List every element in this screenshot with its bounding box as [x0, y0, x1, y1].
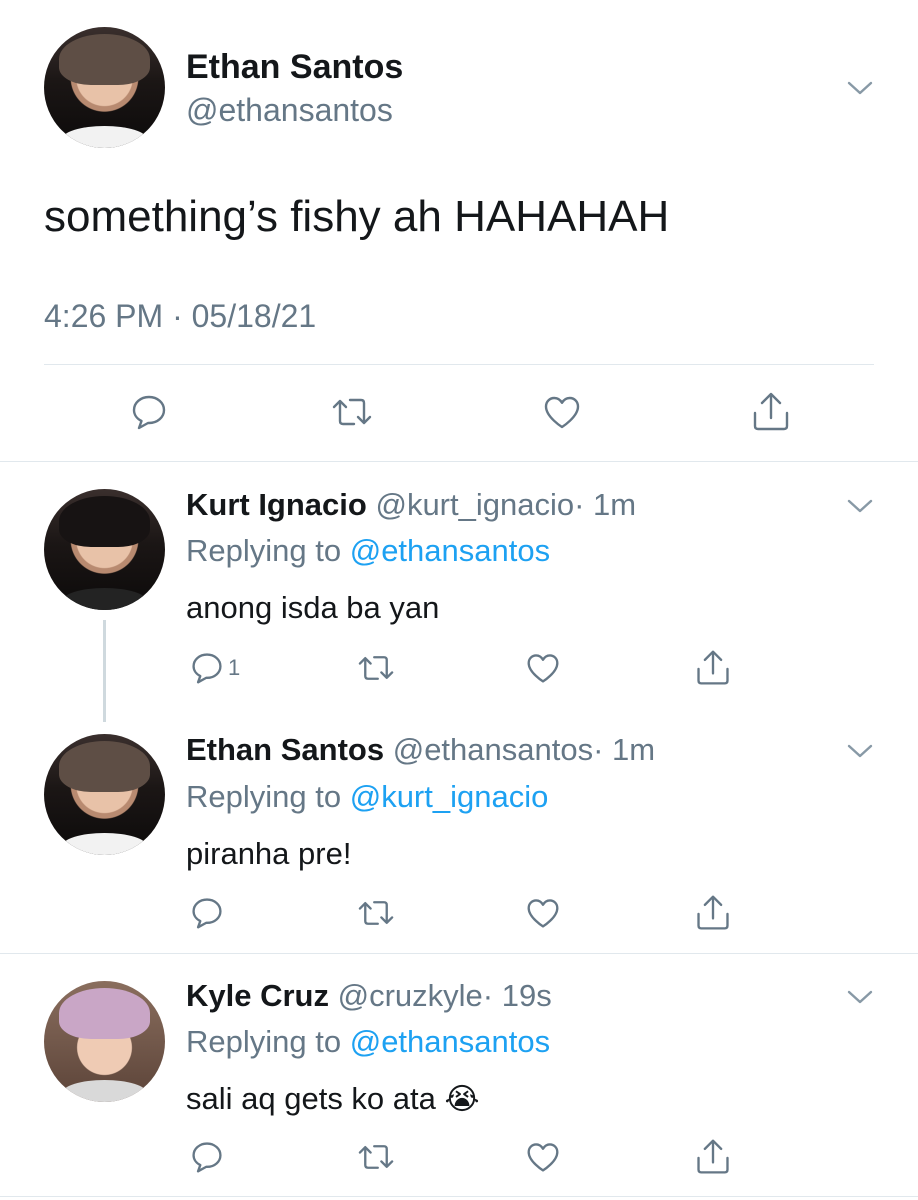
avatar-hair: [58, 34, 151, 86]
chevron-down-icon[interactable]: [847, 743, 873, 759]
reply-header: Ethan Santos @ethansantos· 1m: [186, 732, 655, 768]
reply-text: anong isda ba yan: [186, 590, 440, 625]
retweet-icon: [358, 901, 394, 925]
author-name[interactable]: Ethan Santos: [186, 48, 403, 87]
avatar-shirt: [62, 1080, 147, 1102]
reply-header: Kyle Cruz @cruzkyle· 19s: [186, 978, 552, 1014]
like-icon: [527, 1143, 559, 1172]
avatar-shirt: [62, 833, 147, 855]
avatar[interactable]: [44, 981, 165, 1102]
avatar-hair: [58, 496, 151, 548]
thread-line: [103, 620, 106, 722]
like-icon: [527, 654, 559, 683]
share-button[interactable]: [750, 391, 792, 433]
avatar-hair: [58, 988, 151, 1040]
chevron-down-icon[interactable]: [847, 80, 873, 96]
replying-to-label: Replying to: [186, 533, 342, 568]
reply-author-handle[interactable]: @ethansantos: [393, 732, 593, 767]
retweet-button[interactable]: [356, 1140, 396, 1174]
divider: [44, 364, 874, 365]
reply-icon: [192, 1142, 222, 1173]
chevron-down-icon[interactable]: [847, 498, 873, 514]
avatar[interactable]: [44, 489, 165, 610]
like-button[interactable]: [525, 651, 561, 685]
retweet-icon: [358, 1145, 394, 1169]
reply-icon: [192, 653, 222, 684]
replying-to: Replying to @kurt_ignacio: [186, 779, 548, 815]
share-icon: [697, 1139, 729, 1174]
crying-face-emoji: 😭: [444, 1083, 480, 1116]
reply-count: 1: [228, 655, 241, 680]
reply-author-name[interactable]: Ethan Santos: [186, 732, 384, 767]
retweet-button[interactable]: [356, 651, 396, 685]
share-icon: [753, 392, 789, 431]
divider: [0, 461, 918, 462]
like-icon: [544, 396, 580, 429]
share-button[interactable]: [694, 1138, 732, 1176]
divider: [0, 953, 918, 954]
like-button[interactable]: [525, 1140, 561, 1174]
reply-author-handle[interactable]: @cruzkyle: [338, 978, 483, 1013]
avatar[interactable]: [44, 734, 165, 855]
reply-author-name[interactable]: Kurt Ignacio: [186, 487, 367, 522]
reply-button[interactable]: [190, 1140, 224, 1174]
share-icon: [697, 895, 729, 930]
share-icon: [697, 650, 729, 685]
like-icon: [527, 899, 559, 928]
avatar-shirt: [62, 588, 147, 610]
replying-to: Replying to @ethansantos: [186, 1024, 550, 1060]
avatar-hair: [58, 741, 151, 793]
reply-icon: [192, 898, 222, 929]
tweet-timestamp[interactable]: 4:26 PM · 05/18/21: [44, 298, 316, 335]
avatar[interactable]: [44, 27, 165, 148]
avatar-shirt: [62, 126, 147, 148]
replying-to-handle[interactable]: @ethansantos: [350, 1024, 550, 1059]
replying-to: Replying to @ethansantos: [186, 533, 550, 569]
reply-button[interactable]: [190, 896, 224, 930]
replying-to-label: Replying to: [186, 779, 342, 814]
share-button[interactable]: [694, 894, 732, 932]
reply-text-content: sali aq gets ko ata: [186, 1081, 436, 1116]
reply-icon: [132, 395, 166, 430]
chevron-down-icon[interactable]: [847, 989, 873, 1005]
reply-text: piranha pre!: [186, 836, 352, 871]
reply-button[interactable]: [130, 393, 168, 431]
share-button[interactable]: [694, 649, 732, 687]
author-handle[interactable]: @ethansantos: [186, 92, 393, 129]
reply-time: · 1m: [574, 487, 637, 522]
retweet-icon: [332, 398, 372, 426]
tweet-text: something’s fishy ah HAHAHAH: [44, 192, 670, 241]
replying-to-handle[interactable]: @kurt_ignacio: [350, 779, 549, 814]
replying-to-handle[interactable]: @ethansantos: [350, 533, 550, 568]
like-button[interactable]: [542, 393, 582, 431]
reply-author-name[interactable]: Kyle Cruz: [186, 978, 329, 1013]
reply-button[interactable]: 1: [190, 651, 240, 685]
retweet-icon: [358, 656, 394, 680]
reply-header: Kurt Ignacio @kurt_ignacio· 1m: [186, 487, 636, 523]
divider: [0, 1196, 918, 1197]
reply-author-handle[interactable]: @kurt_ignacio: [375, 487, 574, 522]
replying-to-label: Replying to: [186, 1024, 342, 1059]
reply-time: · 1m: [593, 732, 656, 767]
like-button[interactable]: [525, 896, 561, 930]
retweet-button[interactable]: [330, 393, 374, 431]
retweet-button[interactable]: [356, 896, 396, 930]
reply-text: sali aq gets ko ata 😭: [186, 1081, 480, 1117]
reply-time: · 19s: [482, 978, 552, 1013]
